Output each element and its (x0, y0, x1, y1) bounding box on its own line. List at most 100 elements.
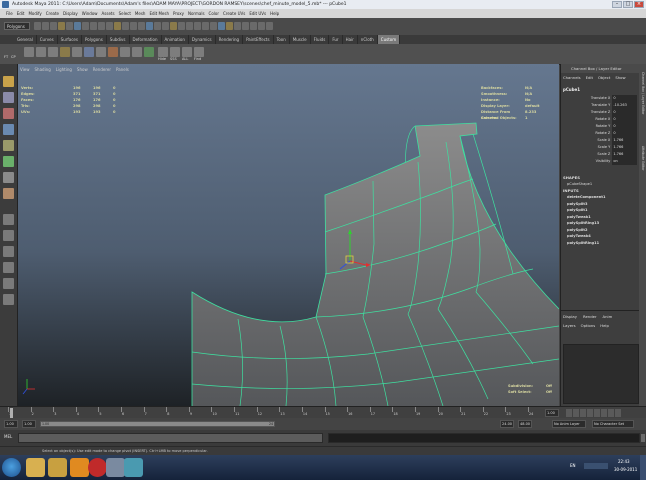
shelf-tab-custom[interactable]: Custom (377, 35, 401, 44)
end-time-field[interactable]: 48.00 (518, 420, 532, 428)
select-tool-icon[interactable] (3, 76, 14, 87)
opera-taskbar-icon[interactable] (88, 458, 107, 477)
status-line-tool-icon[interactable] (170, 22, 177, 30)
shelf-tab-ncloth[interactable]: nCloth (358, 35, 378, 44)
play-backwards-button[interactable] (587, 409, 593, 417)
shelf-tab-polygons[interactable]: Polygons (82, 35, 107, 44)
channel-menu-object[interactable]: Object (598, 75, 610, 80)
channel-attribute-value[interactable]: 1.766 (612, 151, 637, 158)
shape-node[interactable]: pCubeShape1 (563, 181, 637, 187)
language-indicator[interactable]: EN (570, 463, 576, 468)
paint-select-tool-icon[interactable] (3, 108, 14, 119)
menu-proxy[interactable]: Proxy (173, 11, 184, 16)
shelf-tab-subdivs[interactable]: Subdivs (107, 35, 130, 44)
status-line-tool-icon[interactable] (74, 22, 81, 30)
channel-attribute-row[interactable]: Rotate X0 (563, 116, 637, 123)
step-back-frame-button[interactable] (580, 409, 586, 417)
menu-mesh[interactable]: Mesh (135, 11, 146, 16)
character-set-dropdown[interactable]: No Character Set (592, 420, 634, 428)
side-tab-attribute-editor[interactable]: Attribute Editor (641, 146, 645, 171)
script-editor-icon[interactable] (641, 434, 645, 442)
start-button-icon[interactable] (2, 458, 21, 477)
menu-create-uvs[interactable]: Create UVs (223, 11, 245, 16)
status-line-tool-icon[interactable] (226, 22, 233, 30)
channel-attribute-value[interactable]: 0 (612, 116, 637, 123)
layout-four-icon[interactable] (3, 230, 14, 241)
menu-file[interactable]: File (6, 11, 13, 16)
input-node[interactable]: polySplitRing11 (563, 240, 637, 247)
channel-attribute-row[interactable]: Rotate Y0 (563, 123, 637, 130)
side-tab-channel-box[interactable]: Channel Box / Layer Editor (641, 72, 645, 114)
menu-edit-mesh[interactable]: Edit Mesh (149, 11, 169, 16)
menu-set-selector[interactable]: Polygons (4, 22, 30, 30)
status-line-tool-icon[interactable] (194, 22, 201, 30)
status-line-tool-icon[interactable] (58, 22, 65, 30)
playback-end-field[interactable]: 24.00 (500, 420, 514, 428)
channel-attribute-row[interactable]: Scale Y 1.766 (563, 144, 637, 151)
channel-attribute-row[interactable]: Scale X 1.766 (563, 137, 637, 144)
manipulator-tool-icon[interactable] (3, 172, 14, 183)
find-shelf-icon[interactable] (194, 47, 204, 57)
channel-attribute-value[interactable]: on (612, 158, 637, 165)
status-line-tool-icon[interactable] (154, 22, 161, 30)
layer-menu-help[interactable]: Help (600, 323, 609, 328)
channel-attribute-row[interactable]: Scale Z 1.766 (563, 151, 637, 158)
folder-taskbar-icon[interactable] (48, 458, 67, 477)
status-line-tool-icon[interactable] (42, 22, 49, 30)
layout-single-icon[interactable] (3, 214, 14, 225)
shelf-tab-dynamics[interactable]: Dynamics (189, 35, 216, 44)
shelf-tool-icon[interactable] (108, 47, 118, 57)
status-line-tool-icon[interactable] (218, 22, 225, 30)
shelf-tab-curves[interactable]: Curves (37, 35, 58, 44)
command-language-label[interactable]: MEL (4, 434, 12, 439)
channel-attribute-value[interactable]: 0 (612, 130, 637, 137)
shelf-tab-muscle[interactable]: Muscle (290, 35, 311, 44)
channel-menu-edit[interactable]: Edit (586, 75, 593, 80)
shelf-tab-rendering[interactable]: Rendering (216, 35, 244, 44)
shelf-tab-toon[interactable]: Toon (274, 35, 290, 44)
status-line-tool-icon[interactable] (50, 22, 57, 30)
menu-assets[interactable]: Assets (102, 11, 115, 16)
minimize-button[interactable]: – (612, 1, 622, 8)
go-to-start-button[interactable] (566, 409, 572, 417)
menu-help[interactable]: Help (270, 11, 279, 16)
menu-create[interactable]: Create (46, 11, 59, 16)
shelf-tool-icon[interactable] (24, 47, 34, 57)
channel-attribute-row[interactable]: Translate Z0 (563, 109, 637, 116)
layout-stack-icon[interactable] (3, 262, 14, 273)
status-line-tool-icon[interactable] (186, 22, 193, 30)
go-to-end-button[interactable] (615, 409, 621, 417)
current-frame-field[interactable]: 1.00 (545, 409, 559, 417)
perspective-viewport[interactable]: View Shading Lighting Show Renderer Panels (18, 64, 559, 406)
shelf-tab-fur[interactable]: Fur (329, 35, 343, 44)
mesh-body[interactable] (192, 123, 559, 406)
shelf-tool-icon[interactable] (144, 47, 154, 57)
layer-tab-render[interactable]: Render (583, 314, 597, 319)
tray-icons[interactable] (584, 463, 608, 469)
channel-attribute-value[interactable]: 0 (612, 109, 637, 116)
channel-attribute-row[interactable]: Visibility on (563, 158, 637, 165)
start-time-field[interactable]: 1.00 (4, 420, 18, 428)
explorer-taskbar-icon[interactable] (26, 458, 45, 477)
step-forward-key-button[interactable] (608, 409, 614, 417)
step-forward-frame-button[interactable] (601, 409, 607, 417)
status-line-tool-icon[interactable] (234, 22, 241, 30)
status-line-tool-icon[interactable] (66, 22, 73, 30)
clock-date[interactable]: 30-09-2011 (614, 467, 637, 472)
status-line-tool-icon[interactable] (34, 22, 41, 30)
status-line-tool-icon[interactable] (266, 22, 273, 30)
status-line-tool-icon[interactable] (162, 22, 169, 30)
layer-tab-display[interactable]: Display (563, 314, 577, 319)
shelf-tool-icon[interactable] (48, 47, 58, 57)
menu-normals[interactable]: Normals (188, 11, 205, 16)
rotate-tool-icon[interactable] (3, 140, 14, 151)
shelf-tool-icon[interactable] (132, 47, 142, 57)
channel-attribute-value[interactable]: -10.263 (612, 102, 637, 109)
step-back-key-button[interactable] (573, 409, 579, 417)
layer-list[interactable] (563, 344, 639, 404)
channel-attribute-row[interactable]: Translate Y -10.263 (563, 102, 637, 109)
channel-attribute-row[interactable]: Translate X0 (563, 95, 637, 102)
shelf-tab-deformation[interactable]: Deformation (130, 35, 162, 44)
show-desktop-button[interactable] (640, 455, 646, 480)
anim-layer-dropdown[interactable]: No Anim Layer (552, 420, 586, 428)
